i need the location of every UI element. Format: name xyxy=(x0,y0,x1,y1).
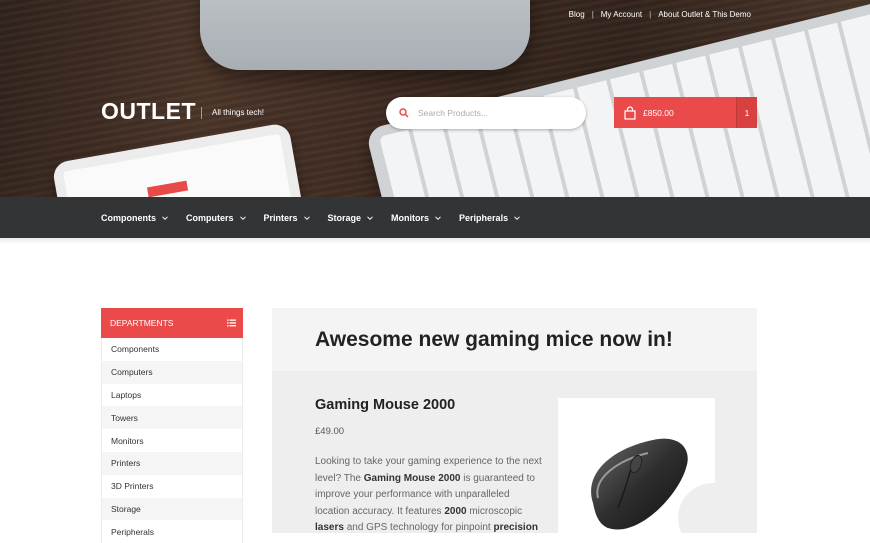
site-tagline: All things tech! xyxy=(201,107,264,119)
top-link-my-account[interactable]: My Account xyxy=(601,10,642,19)
search-input[interactable] xyxy=(418,108,568,118)
nav-item-computers[interactable]: Computers xyxy=(186,213,246,223)
shopping-bag-icon xyxy=(624,105,636,120)
sidebar-item-components[interactable]: Components xyxy=(102,338,242,361)
sidebar-item-3d-printers[interactable]: 3D Printers xyxy=(102,474,242,498)
product-title[interactable]: Gaming Mouse 2000 xyxy=(315,397,545,413)
nav-item-peripherals[interactable]: Peripherals xyxy=(459,213,520,223)
chevron-down-icon xyxy=(162,215,168,220)
chevron-down-icon xyxy=(367,215,373,220)
sidebar-item-peripherals[interactable]: Peripherals xyxy=(102,520,242,543)
main-nav: Components Computers Printers Storage Mo… xyxy=(0,197,870,238)
featured-section: Awesome new gaming mice now in! Gaming M… xyxy=(272,308,757,533)
nav-item-components[interactable]: Components xyxy=(101,213,168,223)
sidebar-item-computers[interactable]: Computers xyxy=(102,360,242,384)
featured-heading: Awesome new gaming mice now in! xyxy=(315,327,673,351)
chevron-down-icon xyxy=(435,215,441,220)
search-box[interactable] xyxy=(386,97,586,129)
nav-label: Computers xyxy=(186,212,234,223)
departments-header[interactable]: DEPARTMENTS xyxy=(101,308,243,338)
departments-title: DEPARTMENTS xyxy=(110,318,174,328)
list-icon xyxy=(227,319,236,327)
cart-count: 1 xyxy=(736,97,757,128)
top-link-about[interactable]: About Outlet & This Demo xyxy=(658,10,751,19)
search-icon xyxy=(399,108,409,118)
sidebar-item-towers[interactable]: Towers xyxy=(102,406,242,430)
chevron-down-icon xyxy=(303,215,310,220)
sidebar-item-laptops[interactable]: Laptops xyxy=(102,383,242,407)
nav-item-monitors[interactable]: Monitors xyxy=(391,213,441,223)
top-links: Blog | My Account | About Outlet & This … xyxy=(568,10,751,19)
nav-label: Monitors xyxy=(391,212,430,223)
sidebar-item-printers[interactable]: Printers xyxy=(102,451,242,475)
cart-total: £850.00 xyxy=(643,107,674,118)
product-price: £49.00 xyxy=(315,426,345,437)
nav-label: Storage xyxy=(327,212,362,223)
nav-item-printers[interactable]: Printers xyxy=(264,213,310,223)
nav-label: Components xyxy=(101,212,156,223)
gaming-mouse-image xyxy=(591,438,688,530)
nav-label: Printers xyxy=(263,212,298,223)
chevron-down-icon xyxy=(239,215,246,220)
product-description: Looking to take your gaming experience t… xyxy=(315,456,542,533)
monitor-image xyxy=(200,0,530,70)
site-logo[interactable]: OUTLET xyxy=(101,98,196,125)
nav-shadow xyxy=(0,238,870,244)
nav-item-storage[interactable]: Storage xyxy=(328,213,374,223)
sidebar-item-monitors[interactable]: Monitors xyxy=(102,429,242,452)
chevron-down-icon xyxy=(514,215,520,220)
departments-sidebar: DEPARTMENTS Components Computers Laptops… xyxy=(101,308,243,543)
top-link-blog[interactable]: Blog xyxy=(569,10,585,19)
nav-label: Peripherals xyxy=(459,212,509,223)
cart-button[interactable]: £850.00 1 xyxy=(614,97,757,128)
product-info: Gaming Mouse 2000 £49.00 Looking to take… xyxy=(315,397,545,533)
product-image[interactable] xyxy=(558,398,715,533)
tablet-image xyxy=(51,122,309,197)
sidebar-item-storage[interactable]: Storage xyxy=(102,497,242,521)
featured-header: Awesome new gaming mice now in! xyxy=(272,308,757,371)
